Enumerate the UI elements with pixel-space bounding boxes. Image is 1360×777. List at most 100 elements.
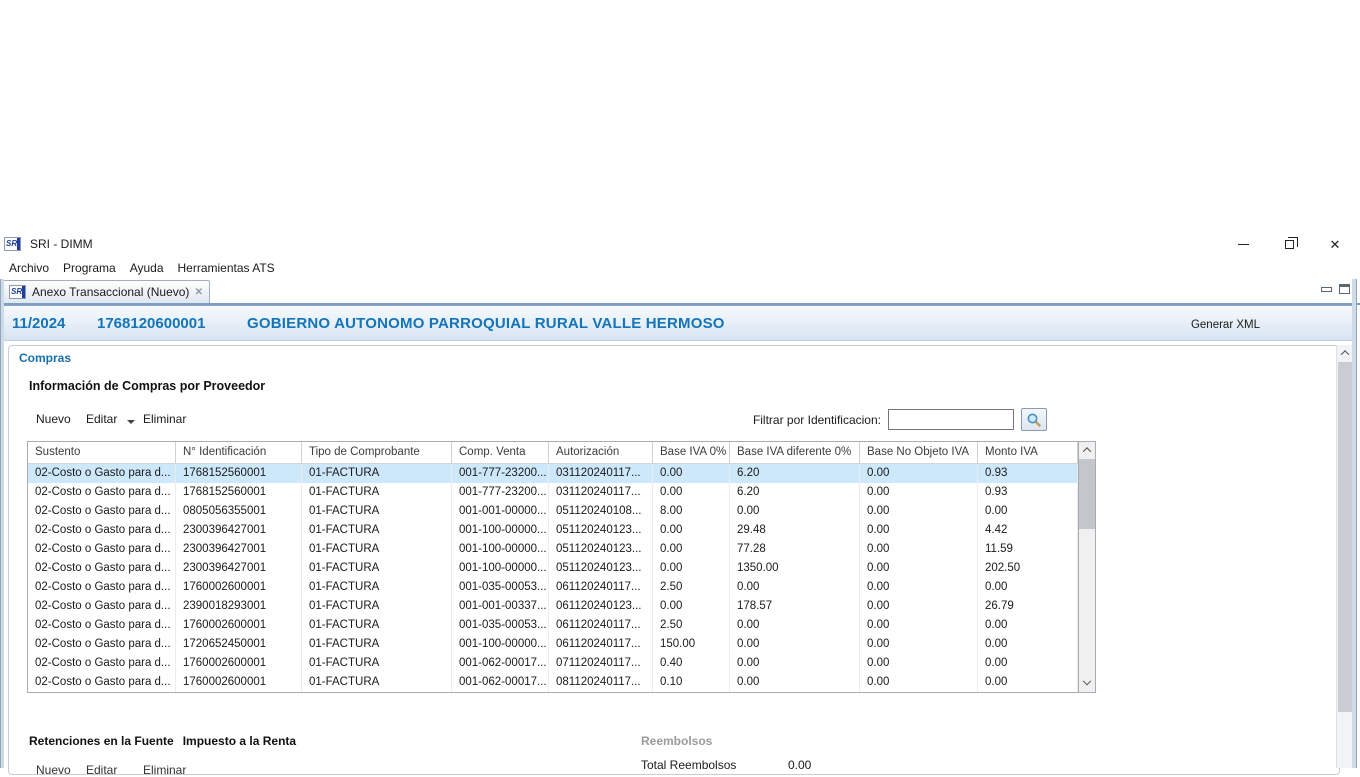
window-controls: ✕ xyxy=(1220,233,1358,256)
column-header[interactable]: N° Identificación xyxy=(176,442,302,463)
sri-app-icon: SRi xyxy=(4,237,21,251)
table-cell: 0.00 xyxy=(860,635,978,654)
table-cell: 0.00 xyxy=(653,521,730,540)
table-cell: 01-FACTURA xyxy=(302,635,452,654)
table-cell: 0.93 xyxy=(978,464,1078,483)
editar-dropdown-icon[interactable] xyxy=(127,420,135,424)
tab-anexo-transaccional[interactable]: SRi Anexo Transaccional (Nuevo) ✕ xyxy=(2,280,210,303)
table-cell: 01-FACTURA xyxy=(302,559,452,578)
table-row[interactable]: 02-Costo o Gasto para d...1760002600001 0… xyxy=(28,673,1078,692)
table-cell: 02-Costo o Gasto para d... xyxy=(28,559,176,578)
table-cell: 2.50 xyxy=(653,616,730,635)
table-row[interactable]: 02-Costo o Gasto para d...08050563550010… xyxy=(28,502,1078,521)
retenciones-eliminar-button[interactable]: Eliminar xyxy=(143,763,186,777)
table-cell: 0.00 xyxy=(978,654,1078,673)
column-header[interactable]: Base IVA 0% xyxy=(653,442,730,463)
retenciones-nuevo-button[interactable]: Nuevo xyxy=(36,763,71,777)
table-row[interactable]: 02-Costo o Gasto para d...23003964270010… xyxy=(28,540,1078,559)
menu-programa[interactable]: Programa xyxy=(56,258,123,279)
table-cell: 150.00 xyxy=(653,635,730,654)
retenciones-section-title: Retenciones en la FuenteImpuesto a la Re… xyxy=(29,734,296,748)
column-header[interactable]: Tipo de Comprobante xyxy=(302,442,452,463)
table-cell: 2.50 xyxy=(653,578,730,597)
table-row[interactable]: 02-Costo o Gasto para d...17681525600010… xyxy=(28,464,1078,483)
table-cell: 0.00 xyxy=(653,464,730,483)
compras-section-label: Compras xyxy=(19,351,71,365)
table-cell: 0.00 xyxy=(860,540,978,559)
table-cell: 031120240117... xyxy=(549,464,653,483)
column-header[interactable]: Sustento xyxy=(28,442,176,463)
retenciones-editar-button[interactable]: Editar xyxy=(86,763,117,777)
table-cell: 02-Costo o Gasto para d... xyxy=(28,654,176,673)
menu-herramientas-ats[interactable]: Herramientas ATS xyxy=(171,258,282,279)
column-header[interactable]: Base No Objeto IVA xyxy=(860,442,978,463)
minimize-button[interactable] xyxy=(1220,233,1266,256)
table-cell: 01-FACTURA xyxy=(302,654,452,673)
table-cell: 001-062-00017... xyxy=(452,654,549,673)
table-cell: 01-FACTURA xyxy=(302,502,452,521)
table-cell: 0.00 xyxy=(730,635,860,654)
page-scroll-up-button[interactable] xyxy=(1337,345,1353,361)
table-row[interactable]: 02-Costo o Gasto para d...23900182930010… xyxy=(28,597,1078,616)
minimize-view-icon[interactable] xyxy=(1321,287,1332,292)
table-cell: 01-FACTURA xyxy=(302,597,452,616)
table-row[interactable]: 02-Costo o Gasto para d...17681525600010… xyxy=(28,483,1078,502)
column-header[interactable]: Autorización xyxy=(549,442,653,463)
page-scrollbar[interactable] xyxy=(1336,345,1352,768)
table-cell: 0.00 xyxy=(860,559,978,578)
table-row[interactable]: 02-Costo o Gasto para d...23003964270010… xyxy=(28,521,1078,540)
table-cell: 0.00 xyxy=(860,502,978,521)
close-button[interactable]: ✕ xyxy=(1312,233,1358,256)
table-row[interactable]: 02-Costo o Gasto para d...17206524500010… xyxy=(28,635,1078,654)
column-header[interactable]: Comp. Venta xyxy=(452,442,549,463)
table-cell: 01-FACTURA xyxy=(302,578,452,597)
table-row[interactable]: 02-Costo o Gasto para d...17600026000010… xyxy=(28,578,1078,597)
generar-xml-link[interactable]: Generar XML xyxy=(1191,319,1260,331)
column-header[interactable]: Base IVA diferente 0% xyxy=(730,442,860,463)
search-button[interactable] xyxy=(1021,408,1047,431)
chevron-up-icon xyxy=(1083,447,1091,455)
view-controls xyxy=(1321,284,1350,294)
table-cell: 02-Costo o Gasto para d... xyxy=(28,597,176,616)
maximize-view-icon[interactable] xyxy=(1339,284,1350,294)
table-row[interactable]: 02-Costo o Gasto para d...17600026000010… xyxy=(28,616,1078,635)
table-cell: 11.59 xyxy=(978,540,1078,559)
scrollbar-thumb[interactable] xyxy=(1079,459,1095,529)
restore-button[interactable] xyxy=(1266,233,1312,256)
editar-button[interactable]: Editar xyxy=(86,412,117,426)
nuevo-button[interactable]: Nuevo xyxy=(36,412,71,426)
table-cell: 1760002600001 xyxy=(176,673,302,692)
filter-input[interactable] xyxy=(888,409,1014,430)
compras-table: SustentoN° IdentificaciónTipo de Comprob… xyxy=(27,441,1096,693)
filter-label: Filtrar por Identificacion: xyxy=(709,413,881,427)
page-scrollbar-thumb[interactable] xyxy=(1338,362,1352,712)
table-cell: 051120240123... xyxy=(549,540,653,559)
menu-archivo[interactable]: Archivo xyxy=(2,258,56,279)
tab-close-icon[interactable]: ✕ xyxy=(195,287,203,298)
compras-subtitle: Información de Compras por Proveedor xyxy=(29,379,265,393)
table-body: 02-Costo o Gasto para d...17681525600010… xyxy=(28,464,1078,692)
table-row[interactable]: 02-Costo o Gasto para d...17600026000010… xyxy=(28,654,1078,673)
document-header: 11/2024 1768120600001 GOBIERNO AUTONOMO … xyxy=(0,305,1355,341)
table-cell: 0.00 xyxy=(860,464,978,483)
table-row[interactable]: 02-Costo o Gasto para d...23003964270010… xyxy=(28,559,1078,578)
table-cell: 2390018293001 xyxy=(176,597,302,616)
entity-name-label: GOBIERNO AUTONOMO PARROQUIAL RURAL VALLE… xyxy=(247,315,725,332)
eliminar-button[interactable]: Eliminar xyxy=(143,412,186,426)
table-cell: 4.42 xyxy=(978,521,1078,540)
scroll-down-button[interactable] xyxy=(1079,676,1095,692)
table-scrollbar[interactable] xyxy=(1078,442,1095,692)
column-header[interactable]: Monto IVA xyxy=(978,442,1078,463)
table-cell: 0.10 xyxy=(653,673,730,692)
table-cell: 0.00 xyxy=(860,483,978,502)
table-cell: 0.00 xyxy=(978,578,1078,597)
table-cell: 0.00 xyxy=(860,597,978,616)
menu-ayuda[interactable]: Ayuda xyxy=(123,258,171,279)
table-cell: 0.00 xyxy=(978,673,1078,692)
table-cell: 8.00 xyxy=(653,502,730,521)
table-cell: 1760002600001 xyxy=(176,578,302,597)
table-cell: 29.48 xyxy=(730,521,860,540)
table-cell: 1760002600001 xyxy=(176,654,302,673)
scroll-up-button[interactable] xyxy=(1079,442,1095,458)
table-cell: 02-Costo o Gasto para d... xyxy=(28,673,176,692)
